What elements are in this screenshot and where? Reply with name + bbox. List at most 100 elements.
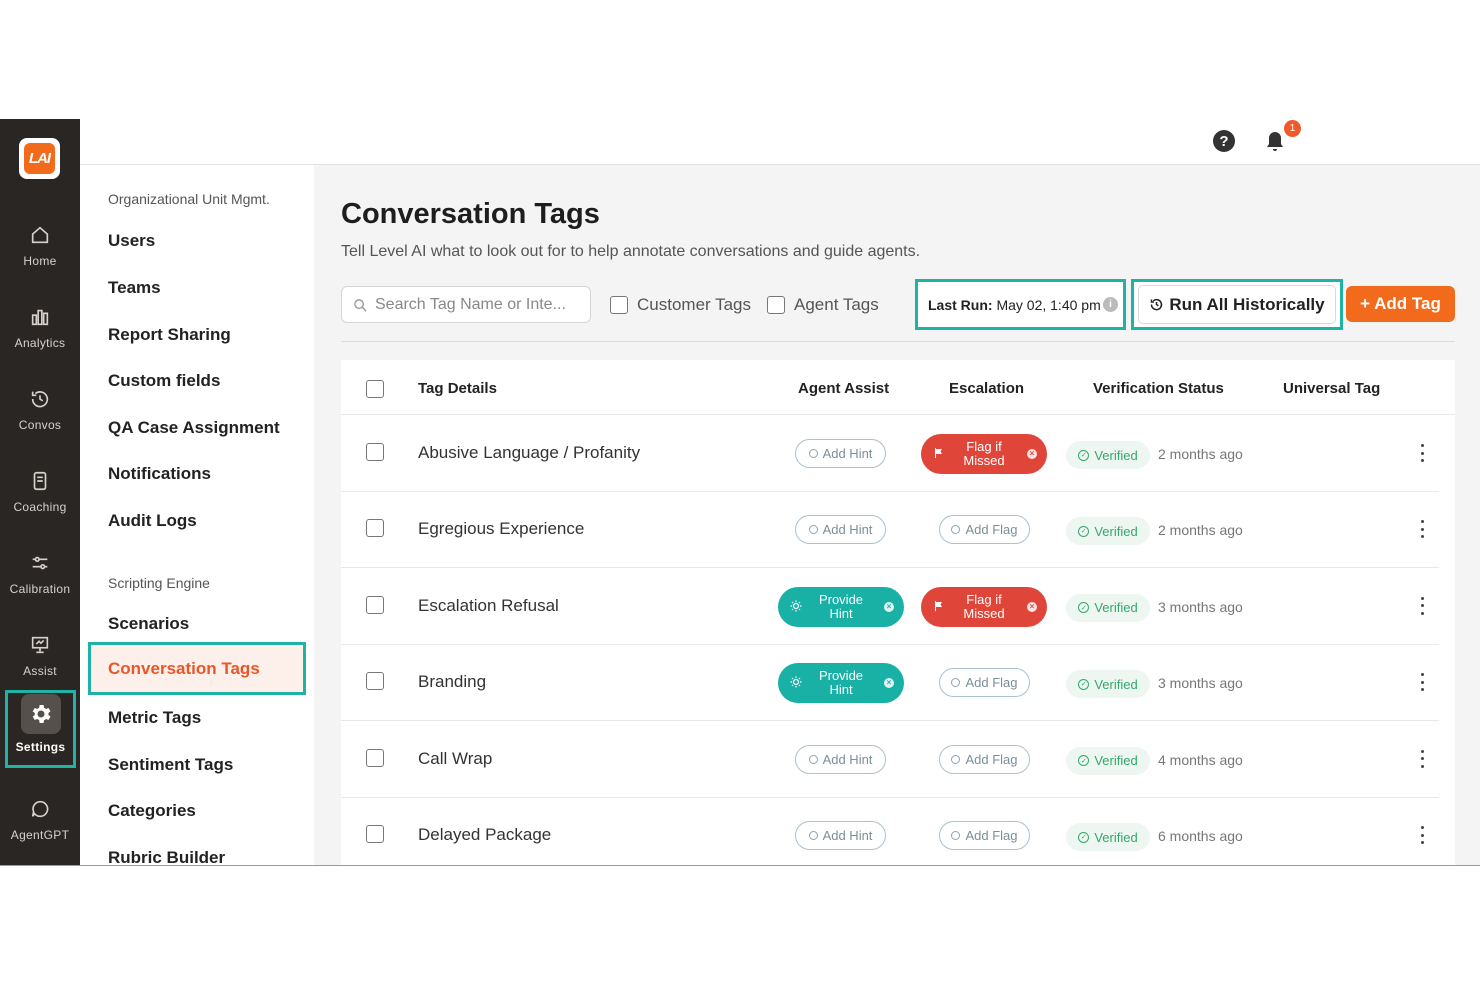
rail-item-settings[interactable]: Settings bbox=[5, 690, 76, 768]
add-hint-button[interactable]: Add Hint bbox=[795, 515, 886, 545]
run-all-historically-button[interactable]: Run All Historically bbox=[1138, 285, 1336, 324]
add-hint-button[interactable]: Add Hint bbox=[795, 439, 886, 468]
status-label: Verified bbox=[1094, 523, 1138, 539]
rail-item-assist[interactable]: Assist bbox=[0, 626, 80, 696]
customer-tags-checkbox[interactable] bbox=[610, 296, 628, 314]
tags-table: Tag Details Agent Assist Escalation Veri… bbox=[341, 360, 1455, 865]
row-checkbox[interactable] bbox=[366, 748, 384, 767]
row-checkbox[interactable] bbox=[366, 519, 384, 538]
rail-label: Coaching bbox=[13, 500, 67, 514]
more-options-icon[interactable] bbox=[1421, 749, 1425, 768]
rail-label: Home bbox=[23, 254, 57, 268]
subnav-item-rubric-builder[interactable]: Rubric Builder bbox=[108, 848, 225, 865]
flag-if-missed-button[interactable]: Flag if Missed × bbox=[921, 586, 1047, 627]
search-icon bbox=[354, 299, 367, 312]
tag-name[interactable]: Abusive Language / Profanity bbox=[418, 443, 640, 463]
table-row[interactable]: Abusive Language / Profanity Add Hint Fl… bbox=[341, 416, 1439, 492]
column-header-tag-details[interactable]: Tag Details bbox=[418, 380, 497, 397]
subnav-item-custom-fields[interactable]: Custom fields bbox=[108, 371, 220, 391]
app-logo[interactable]: LAI bbox=[19, 138, 60, 179]
agent-tags-checkbox[interactable] bbox=[767, 296, 785, 314]
rail-item-agentgpt[interactable]: AgentGPT bbox=[0, 790, 80, 860]
table-row[interactable]: Call Wrap Add Hint Add Flag ✓ Verified 4… bbox=[341, 722, 1439, 798]
add-flag-button[interactable]: Add Flag bbox=[939, 515, 1030, 545]
tag-name[interactable]: Egregious Experience bbox=[418, 519, 584, 539]
more-options-icon[interactable] bbox=[1421, 444, 1425, 462]
rail-item-home[interactable]: Home bbox=[0, 216, 80, 286]
table-row[interactable]: Delayed Package Add Hint Add Flag ✓ Veri… bbox=[341, 798, 1439, 865]
document-icon bbox=[33, 471, 47, 491]
row-checkbox[interactable] bbox=[366, 825, 384, 843]
check-circle-icon: ✓ bbox=[1078, 525, 1090, 537]
add-flag-button[interactable]: Add Flag bbox=[939, 668, 1030, 698]
table-row[interactable]: Escalation Refusal Provide Hint × Flag i… bbox=[341, 569, 1439, 645]
add-flag-button[interactable]: Add Flag bbox=[939, 821, 1030, 850]
table-row[interactable]: Branding Provide Hint × Add Flag ✓ Verif… bbox=[341, 645, 1439, 722]
check-circle-icon: ✓ bbox=[1078, 449, 1090, 461]
verified-time: 2 months ago bbox=[1158, 446, 1243, 462]
rail-label: Assist bbox=[23, 664, 57, 678]
info-icon[interactable]: i bbox=[1103, 297, 1118, 312]
subnav-item-metric-tags[interactable]: Metric Tags bbox=[108, 708, 201, 728]
plus-circle-icon bbox=[808, 831, 818, 840]
provide-hint-button[interactable]: Provide Hint × bbox=[778, 586, 904, 627]
presentation-icon bbox=[31, 636, 49, 654]
subnav-item-scenarios[interactable]: Scenarios bbox=[108, 614, 189, 634]
table-row[interactable]: Egregious Experience Add Hint Add Flag ✓… bbox=[341, 492, 1439, 569]
agent-tags-label: Agent Tags bbox=[794, 295, 879, 314]
verified-badge: ✓ Verified bbox=[1066, 593, 1150, 622]
column-header-verification-status[interactable]: Verification Status bbox=[1093, 380, 1224, 397]
row-checkbox[interactable] bbox=[366, 443, 384, 461]
row-checkbox[interactable] bbox=[366, 595, 384, 614]
tag-name[interactable]: Call Wrap bbox=[418, 749, 492, 769]
logo-mark: LAI bbox=[24, 143, 55, 174]
add-hint-button[interactable]: Add Hint bbox=[795, 821, 886, 850]
rail-item-convos[interactable]: Convos bbox=[0, 380, 80, 450]
more-options-icon[interactable] bbox=[1421, 673, 1425, 692]
page-description: Tell Level AI what to look out for to he… bbox=[341, 243, 921, 260]
subnav-item-conversation-tags[interactable]: Conversation Tags bbox=[88, 642, 306, 695]
add-tag-button[interactable]: + Add Tag bbox=[1346, 286, 1455, 322]
subnav-item-categories[interactable]: Categories bbox=[108, 801, 196, 821]
remove-flag-icon[interactable]: × bbox=[1027, 449, 1037, 459]
more-options-icon[interactable] bbox=[1421, 596, 1425, 615]
gear-icon bbox=[32, 705, 50, 723]
subnav-item-notifications[interactable]: Notifications bbox=[108, 464, 211, 484]
sliders-icon bbox=[32, 556, 48, 570]
remove-hint-icon[interactable]: × bbox=[884, 601, 894, 612]
remove-hint-icon[interactable]: × bbox=[884, 678, 894, 689]
tag-name[interactable]: Delayed Package bbox=[418, 825, 551, 845]
select-all-checkbox[interactable] bbox=[366, 380, 384, 398]
tag-name[interactable]: Escalation Refusal bbox=[418, 596, 559, 616]
subnav-item-sentiment-tags[interactable]: Sentiment Tags bbox=[108, 755, 233, 775]
more-options-icon[interactable] bbox=[1421, 826, 1425, 844]
help-icon[interactable]: ? bbox=[1213, 130, 1235, 152]
subnav-item-users[interactable]: Users bbox=[108, 231, 155, 251]
run-all-highlight: Run All Historically bbox=[1131, 279, 1343, 330]
remove-flag-icon[interactable]: × bbox=[1027, 601, 1037, 612]
search-input[interactable] bbox=[375, 293, 585, 317]
plus-circle-icon bbox=[951, 525, 961, 535]
rail-item-coaching[interactable]: Coaching bbox=[0, 462, 80, 532]
flag-if-missed-button[interactable]: Flag if Missed × bbox=[921, 434, 1047, 474]
tag-name[interactable]: Branding bbox=[418, 672, 486, 692]
more-options-icon[interactable] bbox=[1421, 520, 1425, 539]
provide-hint-button[interactable]: Provide Hint × bbox=[778, 663, 904, 704]
subnav-item-report-sharing[interactable]: Report Sharing bbox=[108, 325, 231, 345]
row-checkbox[interactable] bbox=[366, 672, 384, 691]
subnav-item-audit-logs[interactable]: Audit Logs bbox=[108, 511, 197, 531]
table-header: Tag Details Agent Assist Escalation Veri… bbox=[341, 360, 1455, 415]
flag-label: Flag if Missed bbox=[963, 591, 1005, 621]
search-box bbox=[341, 286, 591, 323]
rail-item-analytics[interactable]: Analytics bbox=[0, 298, 80, 368]
subnav-item-qa-case-assignment[interactable]: QA Case Assignment bbox=[108, 418, 280, 438]
subnav-item-teams[interactable]: Teams bbox=[108, 278, 161, 298]
verified-time: 3 months ago bbox=[1158, 598, 1243, 615]
rail-item-calibration[interactable]: Calibration bbox=[0, 544, 80, 614]
column-header-escalation[interactable]: Escalation bbox=[949, 380, 1024, 397]
add-hint-button[interactable]: Add Hint bbox=[795, 744, 886, 774]
column-header-universal-tag[interactable]: Universal Tag bbox=[1283, 380, 1380, 397]
column-header-agent-assist[interactable]: Agent Assist bbox=[798, 380, 889, 397]
bell-icon[interactable] bbox=[1263, 129, 1287, 153]
add-flag-button[interactable]: Add Flag bbox=[939, 744, 1030, 774]
